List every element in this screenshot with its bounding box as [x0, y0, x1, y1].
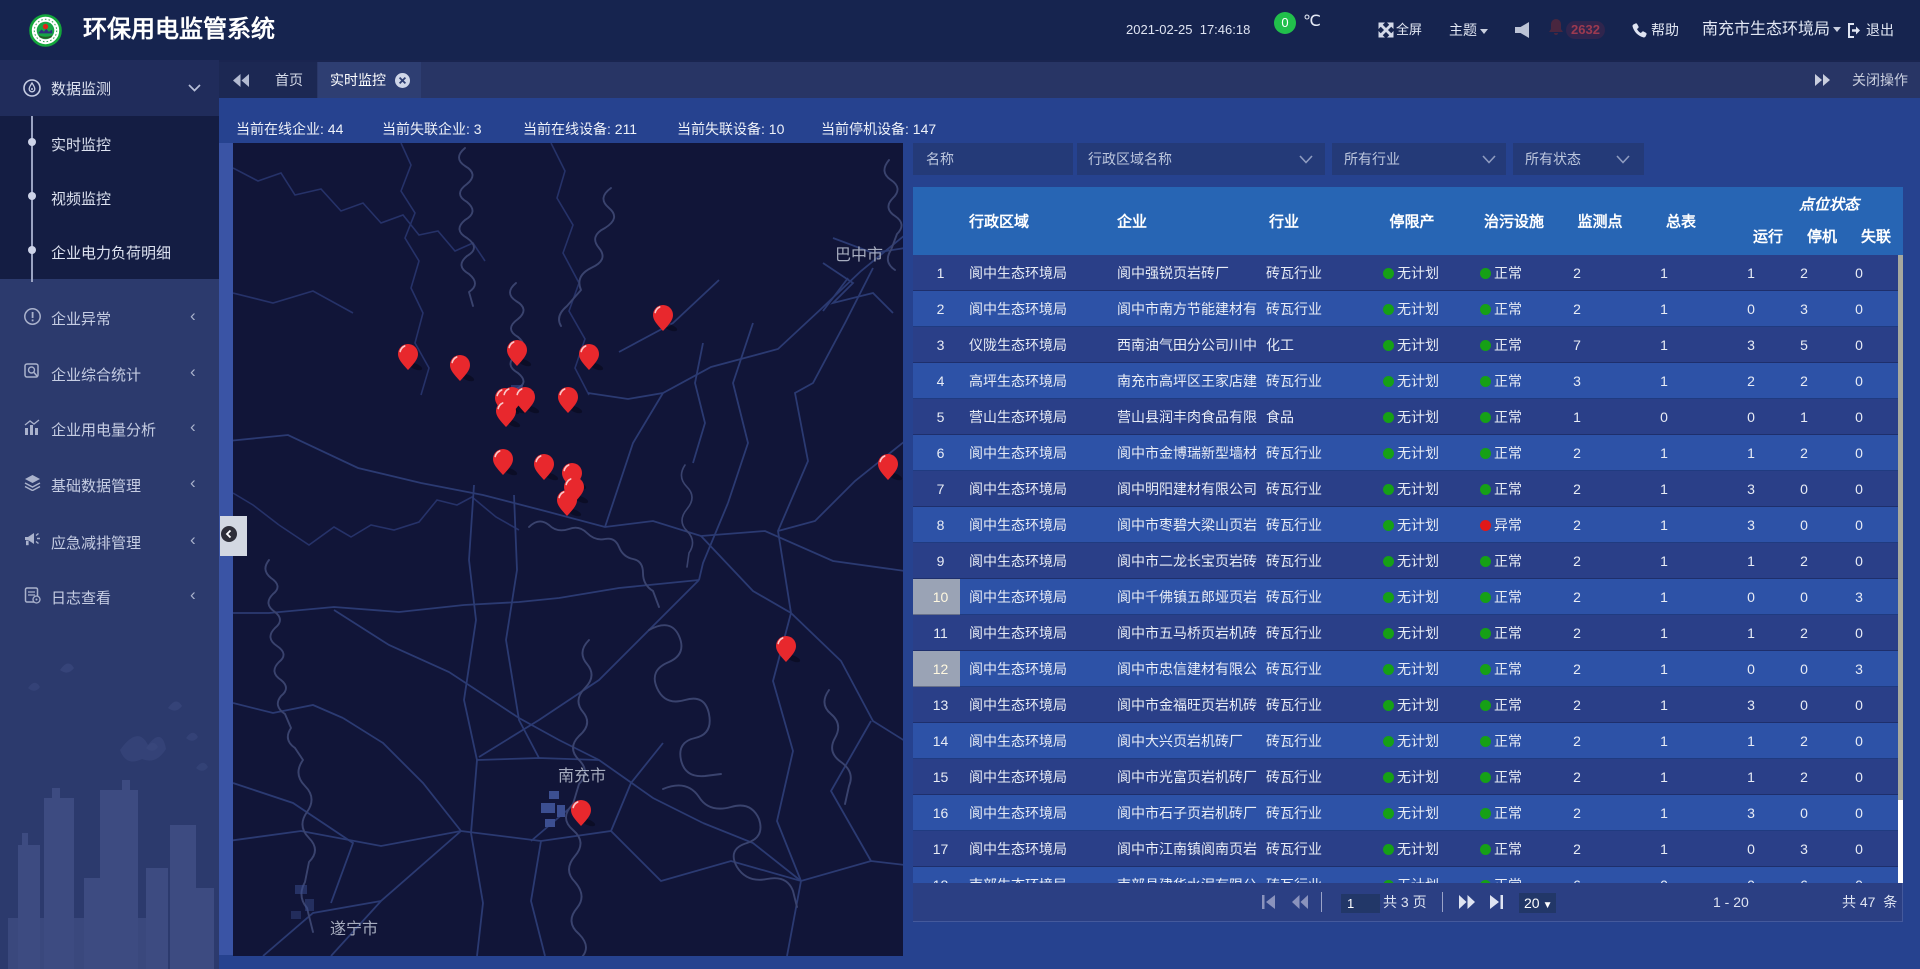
svg-text:巴中市: 巴中市 — [835, 246, 883, 264]
svg-text:遂宁市: 遂宁市 — [330, 920, 378, 938]
svg-text:南充市: 南充市 — [558, 767, 606, 785]
